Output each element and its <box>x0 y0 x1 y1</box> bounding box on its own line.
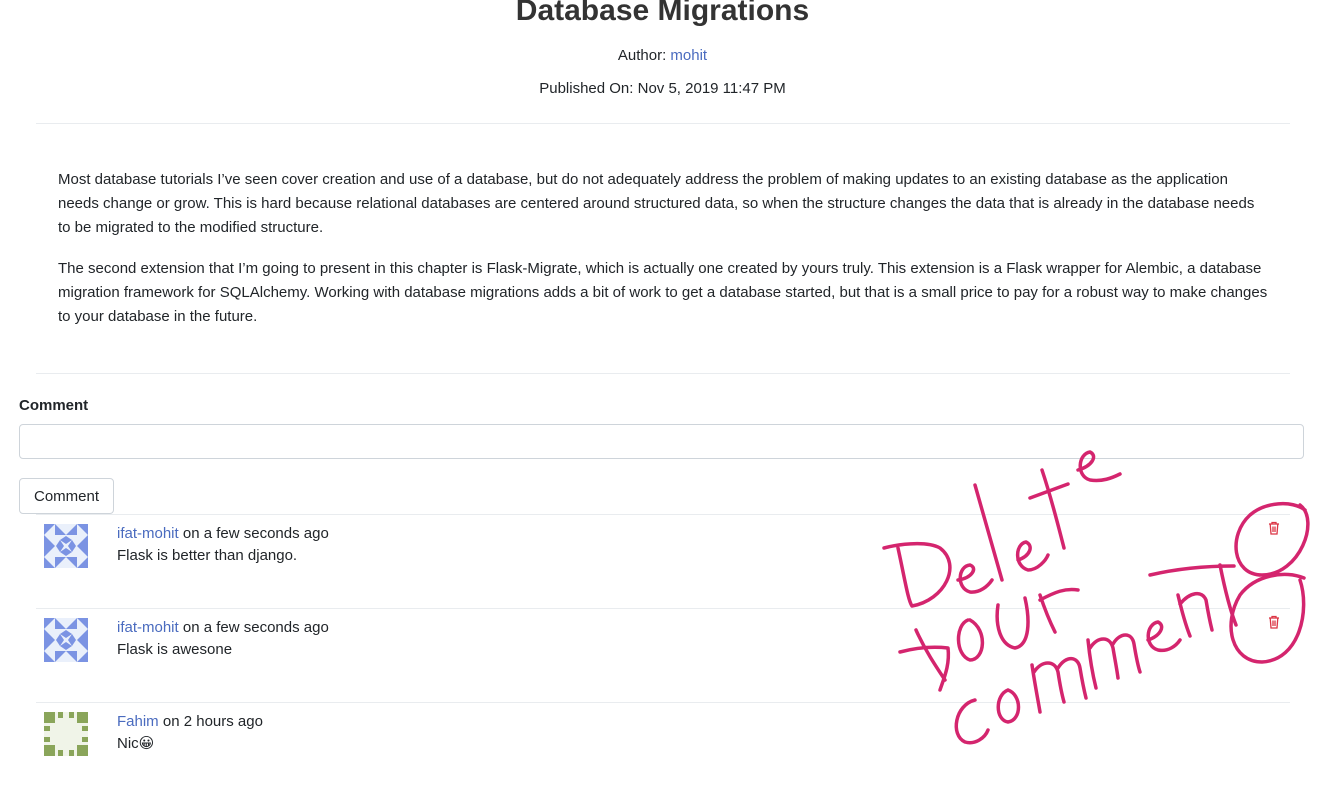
user-avatar <box>44 524 88 568</box>
comment-time: on a few seconds ago <box>182 525 329 542</box>
comment-text: Flask is awesone <box>117 641 233 658</box>
comment-time: on a few seconds ago <box>182 619 329 636</box>
comment-item: Fahim on 2 hours ago Nic😀 <box>36 702 1290 796</box>
page-title: Database Migrations <box>515 0 810 27</box>
comment-header: ifat-mohit on a few seconds ago <box>117 524 329 544</box>
divider <box>36 608 1290 609</box>
comment-item: ifat-mohit on a few seconds ago Flask is… <box>36 608 1290 702</box>
author-link[interactable]: mohit <box>670 47 707 64</box>
comment-label: Comment <box>19 397 89 414</box>
trash-icon[interactable] <box>1268 615 1280 629</box>
post-paragraph: Most database tutorials I’ve seen cover … <box>58 171 1255 236</box>
comment-time: on 2 hours ago <box>162 713 263 730</box>
user-avatar <box>44 712 88 756</box>
comment-item: ifat-mohit on a few seconds ago Flask is… <box>36 514 1290 608</box>
user-avatar <box>44 618 88 662</box>
author-line: Author: mohit <box>0 46 1325 66</box>
comment-author-link[interactable]: ifat-mohit <box>117 525 179 542</box>
comment-header: Fahim on 2 hours ago <box>117 712 263 732</box>
comment-author-link[interactable]: ifat-mohit <box>117 619 179 636</box>
divider <box>36 702 1290 703</box>
comment-author-link[interactable]: Fahim <box>117 713 159 730</box>
published-label: Published On: <box>539 80 634 97</box>
post-paragraph: The second extension that I’m going to p… <box>58 260 1268 325</box>
published-date: Nov 5, 2019 11:47 PM <box>637 80 786 97</box>
published-line: Published On: Nov 5, 2019 11:47 PM <box>0 79 1325 99</box>
comment-submit-button[interactable]: Comment <box>19 478 114 514</box>
comment-header: ifat-mohit on a few seconds ago <box>117 618 329 638</box>
author-label: Author: <box>617 47 667 64</box>
comment-text: Flask is better than django. <box>117 547 298 564</box>
trash-icon[interactable] <box>1268 521 1280 535</box>
comment-text: Nic😀 <box>117 735 155 752</box>
divider <box>36 514 1290 515</box>
divider <box>36 123 1290 124</box>
comment-input[interactable] <box>19 424 1304 459</box>
divider <box>36 373 1290 374</box>
